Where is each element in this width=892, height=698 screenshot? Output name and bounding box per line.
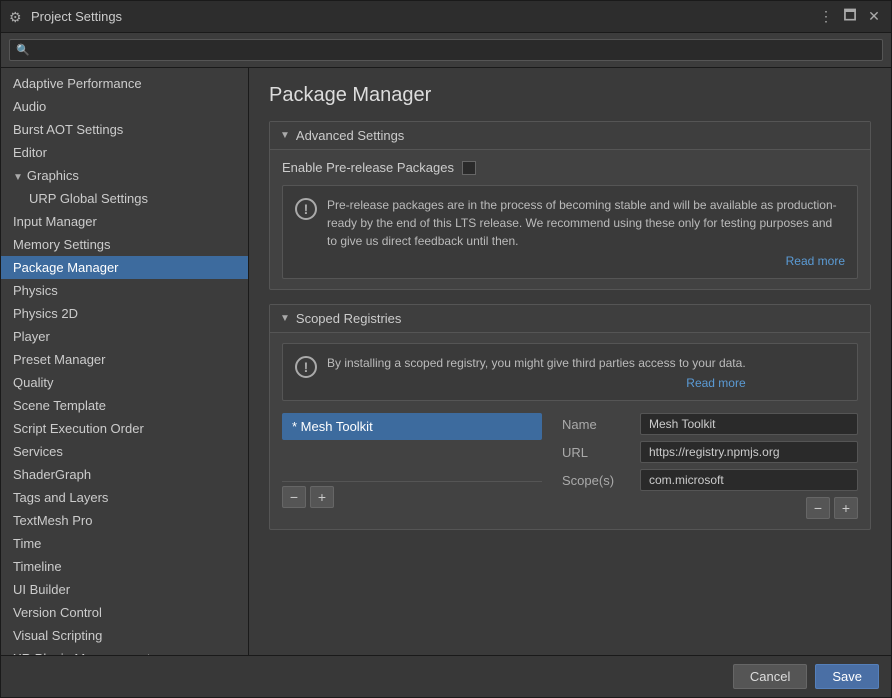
- scoped-registries-section: ▼ Scoped Registries ! By installing a sc…: [269, 304, 871, 530]
- prerelease-checkbox[interactable]: [462, 161, 476, 175]
- sidebar-item-time[interactable]: Time: [1, 532, 248, 555]
- search-bar: 🔍: [1, 33, 891, 68]
- prerelease-info-text: Pre-release packages are in the process …: [327, 198, 837, 248]
- scopes-btn-row: − +: [562, 497, 858, 519]
- scopes-minus-button[interactable]: −: [806, 497, 830, 519]
- close-button[interactable]: ✕: [865, 8, 883, 26]
- name-label: Name: [562, 417, 632, 432]
- name-input[interactable]: [640, 413, 858, 435]
- prerelease-label: Enable Pre-release Packages: [282, 160, 454, 175]
- sidebar-item-script-execution[interactable]: Script Execution Order: [1, 417, 248, 440]
- save-button[interactable]: Save: [815, 664, 879, 689]
- scoped-info-box: ! By installing a scoped registry, you m…: [282, 343, 858, 401]
- menu-button[interactable]: ⋮: [817, 8, 835, 26]
- advanced-settings-body: Enable Pre-release Packages ! Pre-releas…: [270, 150, 870, 289]
- graphics-arrow: ▼: [13, 172, 23, 183]
- sidebar-item-burst-aot[interactable]: Burst AOT Settings: [1, 118, 248, 141]
- cancel-button[interactable]: Cancel: [733, 664, 807, 689]
- scopes-plus-button[interactable]: +: [834, 497, 858, 519]
- sidebar-item-editor[interactable]: Editor: [1, 141, 248, 164]
- sidebar-item-services[interactable]: Services: [1, 440, 248, 463]
- url-input[interactable]: [640, 441, 858, 463]
- advanced-read-more[interactable]: Read more: [327, 254, 845, 268]
- url-field-row: URL: [562, 441, 858, 463]
- url-label: URL: [562, 445, 632, 460]
- content-area: Adaptive Performance Audio Burst AOT Set…: [1, 68, 891, 655]
- prerelease-info-content: Pre-release packages are in the process …: [327, 196, 845, 268]
- sidebar-item-version-control[interactable]: Version Control: [1, 601, 248, 624]
- sidebar-item-ui-builder[interactable]: UI Builder: [1, 578, 248, 601]
- scoped-info-content: By installing a scoped registry, you mig…: [327, 354, 746, 390]
- list-btn-row: − +: [282, 481, 542, 508]
- scopes-field-row: Scope(s): [562, 469, 858, 491]
- sidebar-item-graphics[interactable]: ▼Graphics: [1, 164, 248, 187]
- advanced-settings-header[interactable]: ▼ Advanced Settings: [270, 122, 870, 150]
- registry-row: * Mesh Toolkit − + Name: [282, 413, 858, 519]
- list-plus-button[interactable]: +: [310, 486, 334, 508]
- scoped-registries-header[interactable]: ▼ Scoped Registries: [270, 305, 870, 333]
- prerelease-toggle-row: Enable Pre-release Packages: [282, 160, 858, 175]
- sidebar-item-input-manager[interactable]: Input Manager: [1, 210, 248, 233]
- sidebar-item-package-manager[interactable]: Package Manager: [1, 256, 248, 279]
- bottom-bar: Cancel Save: [1, 655, 891, 697]
- registry-detail-panel: Name URL Scope(s): [552, 413, 858, 519]
- sidebar-item-urp-global[interactable]: URP Global Settings: [1, 187, 248, 210]
- list-minus-button[interactable]: −: [282, 486, 306, 508]
- titlebar-controls: ⋮ 🗖 ✕: [817, 8, 883, 26]
- sidebar-item-quality[interactable]: Quality: [1, 371, 248, 394]
- page-title: Package Manager: [269, 84, 871, 107]
- window: ⚙ Project Settings ⋮ 🗖 ✕ 🔍 Adaptive Perf…: [0, 0, 892, 698]
- scoped-arrow: ▼: [280, 313, 290, 324]
- sidebar-item-audio[interactable]: Audio: [1, 95, 248, 118]
- sidebar-item-memory-settings[interactable]: Memory Settings: [1, 233, 248, 256]
- search-input[interactable]: [9, 39, 883, 61]
- sidebar-item-adaptive-performance[interactable]: Adaptive Performance: [1, 72, 248, 95]
- window-icon: ⚙: [9, 9, 25, 25]
- scoped-registries-body: ! By installing a scoped registry, you m…: [270, 333, 870, 529]
- advanced-settings-section: ▼ Advanced Settings Enable Pre-release P…: [269, 121, 871, 290]
- titlebar: ⚙ Project Settings ⋮ 🗖 ✕: [1, 1, 891, 33]
- sidebar-item-visual-scripting[interactable]: Visual Scripting: [1, 624, 248, 647]
- sidebar-item-tags-and-layers[interactable]: Tags and Layers: [1, 486, 248, 509]
- sidebar-item-player[interactable]: Player: [1, 325, 248, 348]
- scopes-input[interactable]: [640, 469, 858, 491]
- advanced-settings-title: Advanced Settings: [296, 128, 404, 143]
- info-icon: !: [295, 198, 317, 220]
- sidebar-item-physics[interactable]: Physics: [1, 279, 248, 302]
- prerelease-info-box: ! Pre-release packages are in the proces…: [282, 185, 858, 279]
- main-panel: Package Manager ▼ Advanced Settings Enab…: [249, 68, 891, 655]
- minimize-button[interactable]: 🗖: [841, 8, 859, 26]
- scoped-info-icon: !: [295, 356, 317, 378]
- advanced-arrow: ▼: [280, 130, 290, 141]
- scoped-registries-title: Scoped Registries: [296, 311, 402, 326]
- scoped-info-text: By installing a scoped registry, you mig…: [327, 356, 746, 370]
- sidebar-item-xr-plugin[interactable]: XR Plugin Management: [1, 647, 248, 655]
- name-field-row: Name: [562, 413, 858, 435]
- registry-list-panel: * Mesh Toolkit − +: [282, 413, 542, 508]
- sidebar-item-timeline[interactable]: Timeline: [1, 555, 248, 578]
- registry-list: * Mesh Toolkit: [282, 413, 542, 473]
- registry-item-mesh-toolkit[interactable]: * Mesh Toolkit: [282, 413, 542, 440]
- search-wrapper: 🔍: [9, 39, 883, 61]
- scoped-read-more[interactable]: Read more: [327, 376, 746, 390]
- sidebar-item-shadergraph[interactable]: ShaderGraph: [1, 463, 248, 486]
- sidebar-item-textmesh-pro[interactable]: TextMesh Pro: [1, 509, 248, 532]
- sidebar: Adaptive Performance Audio Burst AOT Set…: [1, 68, 249, 655]
- sidebar-item-physics-2d[interactable]: Physics 2D: [1, 302, 248, 325]
- scopes-label: Scope(s): [562, 473, 632, 488]
- sidebar-item-scene-template[interactable]: Scene Template: [1, 394, 248, 417]
- window-title: Project Settings: [31, 9, 817, 24]
- sidebar-item-preset-manager[interactable]: Preset Manager: [1, 348, 248, 371]
